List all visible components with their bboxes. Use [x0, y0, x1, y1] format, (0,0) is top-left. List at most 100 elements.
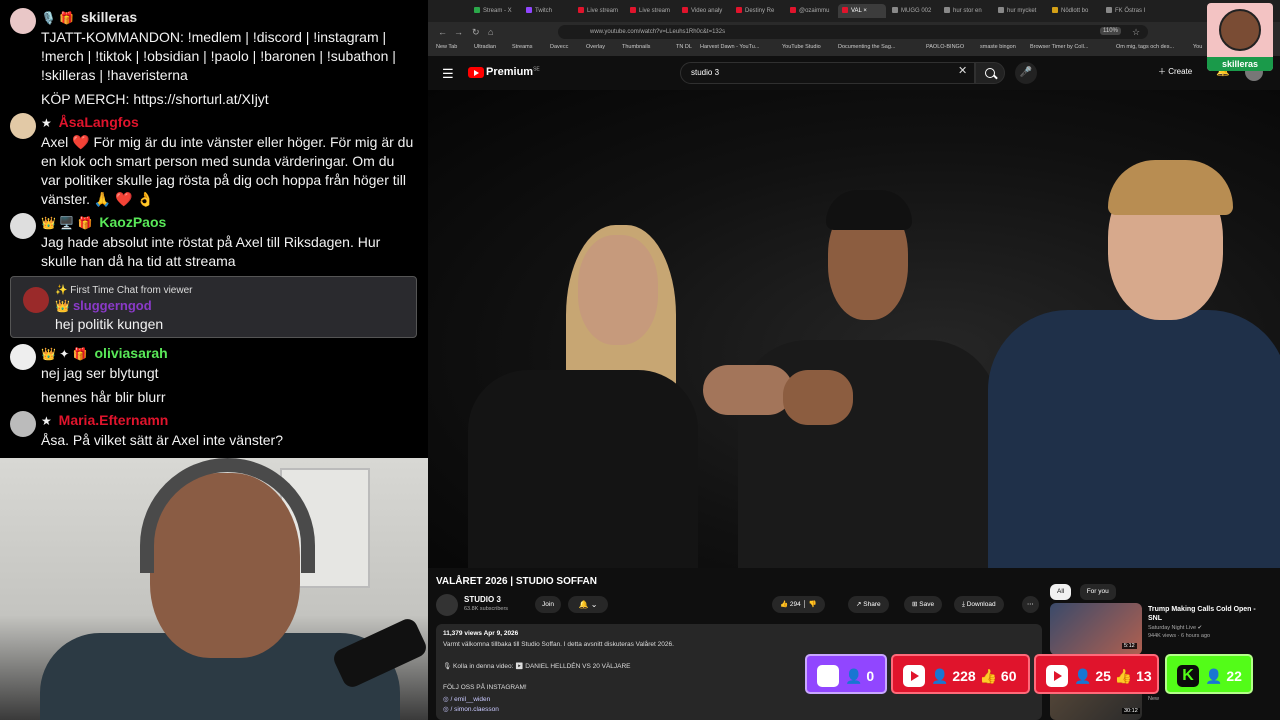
bookmark[interactable]: Browser Timer by Coll...	[1030, 44, 1088, 50]
kick-viewer-counter: K 👤 22	[1165, 654, 1253, 694]
subscription-bell-icon[interactable]: 🔔 ⌄	[568, 596, 608, 613]
recommended-video[interactable]: 5:12 Trump Making Calls Cold Open - SNL …	[1050, 603, 1270, 657]
hands	[703, 365, 793, 415]
badges: 👑 ✦ 🎁	[41, 347, 88, 361]
hamburger-menu-icon[interactable]: ☰	[442, 66, 454, 82]
back-icon[interactable]: ←	[438, 27, 447, 37]
message-line: Jag hade absolut inte röstat på Axel til…	[41, 234, 381, 250]
browser-tab[interactable]: hur stor en	[944, 4, 988, 18]
rec-channel[interactable]: Saturday Night Live ✔	[1148, 625, 1202, 631]
bookmark[interactable]: New Tab	[436, 44, 457, 50]
bookmark[interactable]: Thumbnails	[622, 44, 650, 50]
user-avatar	[10, 213, 36, 239]
bookmark[interactable]: PAOLO-BINGO	[926, 44, 964, 50]
clear-search-icon[interactable]: ✕	[958, 64, 967, 77]
message-line: en klok och smart person med sunda värde…	[41, 153, 395, 169]
first-time-chat-highlight: ✨ First Time Chat from viewer 👑 sluggerng…	[10, 276, 417, 338]
youtube-icon	[903, 665, 925, 687]
bookmark[interactable]: Streams	[512, 44, 532, 50]
channel-name[interactable]: STUDIO 3	[464, 595, 501, 604]
search-input[interactable]: studio 3	[680, 62, 975, 84]
browser-tab[interactable]: Stream - X	[474, 4, 518, 18]
chat-message: 🎙️ 🎁 skilleras TJATT-KOMMANDON: !medlem …	[10, 8, 422, 109]
browser-tab[interactable]: Twitch	[526, 4, 570, 18]
download-button[interactable]: ⤓ Download	[954, 596, 1004, 613]
save-button[interactable]: ⊞ Save	[904, 596, 943, 613]
video-player[interactable]	[428, 90, 1280, 568]
channel-avatar[interactable]	[436, 594, 458, 616]
rec-title[interactable]: Trump Making Calls Cold Open - SNL	[1148, 605, 1266, 623]
bookmark[interactable]: Om mig, tags och des...	[1116, 44, 1174, 50]
bookmark[interactable]: Davecc	[550, 44, 568, 50]
forward-icon[interactable]: →	[454, 27, 463, 37]
share-button[interactable]: ↗ Share	[848, 596, 889, 613]
browser-tab[interactable]: Video analy	[682, 4, 726, 18]
hands	[783, 370, 853, 425]
youtube-viewers: 25	[1095, 668, 1111, 684]
browser-tab[interactable]: MUGG 002	[892, 4, 936, 18]
badges: 👑 🖥️ 🎁	[41, 216, 93, 230]
bookmark[interactable]: Overlay	[586, 44, 605, 50]
url-field[interactable]: www.youtube.com/watch?v=LLeuhs1Rh0c&t=13…	[558, 25, 1148, 39]
more-actions-icon[interactable]: ⋯	[1022, 596, 1039, 613]
bookmark[interactable]: YouTube Studio	[782, 44, 821, 50]
video-title: VALÅRET 2026 | STUDIO SOFFAN	[436, 576, 597, 587]
twitch-icon	[817, 665, 839, 687]
username: Maria.Efternamn	[58, 412, 169, 428]
rec-badge: New	[1148, 696, 1160, 702]
bookmark[interactable]: smaste bingon	[980, 44, 1016, 50]
like-button[interactable]: 👍 294 │ 👎	[772, 596, 825, 613]
description-line: 🎙 Kolla in denna video: ▶ DANIEL HELLDÉN…	[443, 663, 631, 670]
chip-all[interactable]: All	[1050, 584, 1072, 600]
instagram-link[interactable]: ◎ / emil__widen	[443, 695, 490, 703]
user-avatar	[23, 287, 49, 313]
bookmark[interactable]: Harvest Dawn - YouTu...	[700, 44, 759, 50]
join-button[interactable]: Join	[535, 596, 561, 613]
video-duration: 5:12	[1122, 643, 1137, 649]
message-line: vänster. 🙏 ❤️ 👌	[41, 191, 154, 207]
youtube-counter-1: 👤 228 👍 60	[891, 654, 1030, 694]
browser-tab[interactable]: hur mycket	[998, 4, 1042, 18]
user-avatar	[10, 113, 36, 139]
logo-name: skilleras	[1207, 57, 1273, 71]
browser-tab[interactable]: Live stream	[630, 4, 674, 18]
voice-search-icon[interactable]: 🎤	[1015, 62, 1037, 84]
home-icon[interactable]: ⌂	[488, 27, 493, 37]
youtube-logo[interactable]: PremiumSE	[468, 66, 540, 78]
kick-viewers: 22	[1226, 668, 1242, 684]
browser-tab[interactable]: @ozaimmu	[790, 4, 834, 18]
kick-icon: K	[1177, 665, 1199, 687]
instagram-link[interactable]: ◎ / simon.claesson	[443, 705, 499, 713]
browser-tab[interactable]: Destiny Re	[736, 4, 780, 18]
browser-tab[interactable]: FK Östras I	[1106, 4, 1150, 18]
video-duration: 30:12	[1122, 708, 1140, 714]
twitch-viewers: 0	[866, 668, 875, 684]
subscriber-count: 63.8K subscribers	[464, 606, 509, 612]
create-button[interactable]: ＋ Create	[1158, 66, 1192, 77]
chat-message: ★ ÅsaLangfos Axel ❤️ För mig är du inte …	[10, 113, 422, 209]
browser-tab[interactable]: Live stream	[578, 4, 622, 18]
reload-icon[interactable]: ↻	[472, 27, 480, 38]
chip-for-you[interactable]: For you	[1079, 584, 1116, 600]
bookmark[interactable]: Ultradian	[474, 44, 496, 50]
bookmark[interactable]: TN DL	[676, 44, 692, 50]
chat-message: 👑 🖥️ 🎁 KaozPaos Jag hade absolut inte rö…	[10, 213, 422, 271]
browser-tab[interactable]: Nödlott bo	[1052, 4, 1096, 18]
user-avatar	[10, 411, 36, 437]
badges: ★	[41, 414, 52, 428]
message-line: TJATT-KOMMANDON: !medlem | !discord | !i…	[41, 29, 387, 45]
description-line: FÖLJ OSS PÅ INSTAGRAM!	[443, 684, 527, 691]
bookmark[interactable]: Documenting the Sag...	[838, 44, 895, 50]
filter-chips: All For you	[1050, 580, 1120, 600]
search-icon[interactable]	[975, 62, 1005, 84]
bookmark[interactable]: You	[1193, 44, 1202, 50]
highlight-title: ✨ First Time Chat from viewer	[55, 285, 193, 296]
message-line: var politiker skulle jag rösta på dig oc…	[41, 172, 406, 188]
badges: ★	[41, 116, 52, 130]
message-line: !merch | !tiktok | !obsidian | !paolo | …	[41, 48, 396, 64]
zoom-indicator[interactable]: 110%	[1100, 27, 1121, 35]
browser-tab-active[interactable]: VAL ×	[838, 4, 886, 18]
chat-message: 👑 ✦ 🎁 oliviasarah nej jag ser blytungt h…	[10, 344, 422, 407]
star-icon[interactable]: ☆	[1132, 27, 1140, 38]
twitch-viewer-counter: 👤 0	[805, 654, 887, 694]
